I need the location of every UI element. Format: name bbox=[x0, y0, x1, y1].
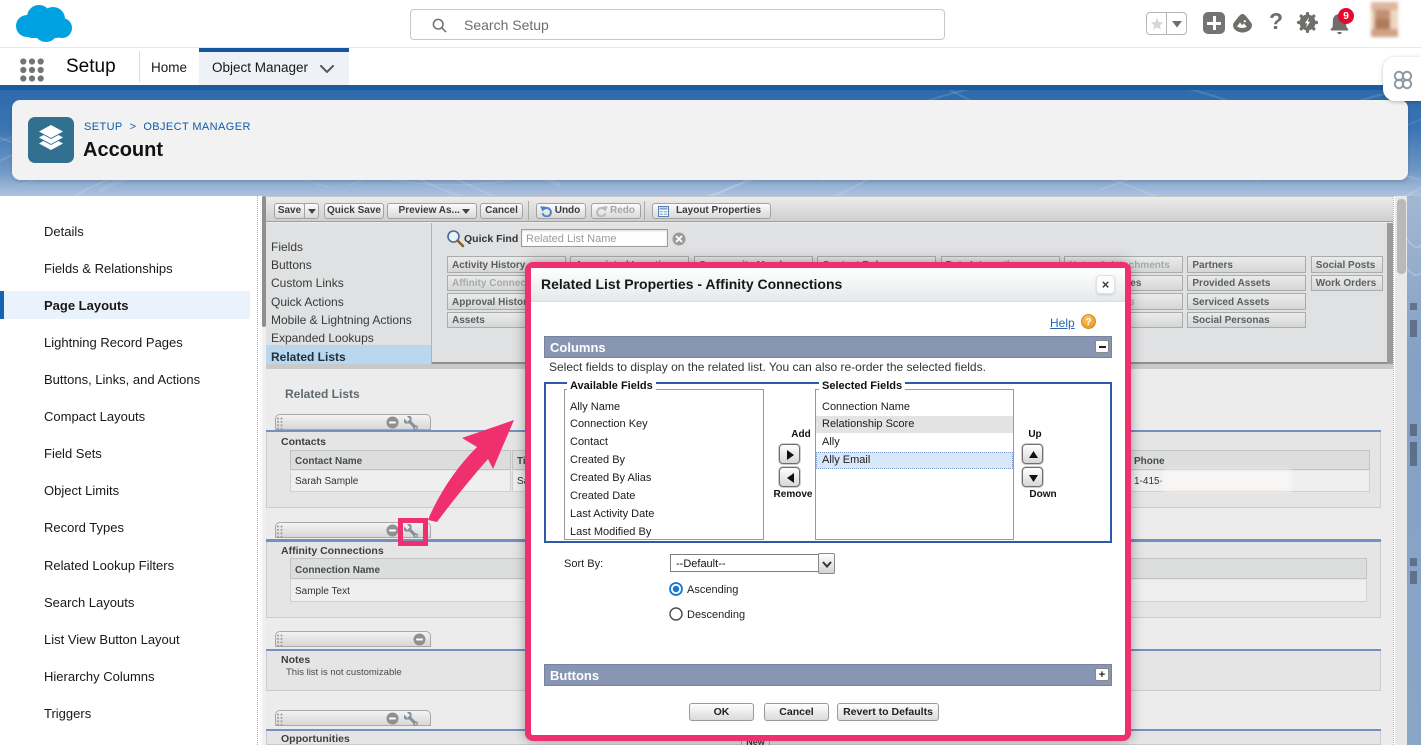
svg-text:?: ? bbox=[1085, 317, 1091, 328]
